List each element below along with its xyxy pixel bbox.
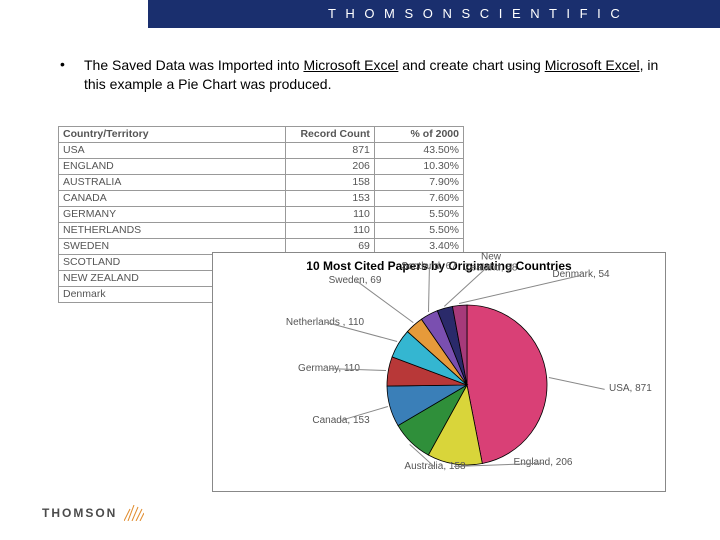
- leader-line: [459, 275, 581, 304]
- pie-label: Canada, 153: [312, 416, 369, 427]
- bullet-segment: Microsoft Excel: [545, 57, 640, 73]
- table-cell: AUSTRALIA: [59, 175, 286, 191]
- bullet-segment: Microsoft Excel: [303, 57, 398, 73]
- table-cell: ENGLAND: [59, 159, 286, 175]
- table-cell: GERMANY: [59, 207, 286, 223]
- pie-chart: [383, 301, 551, 469]
- table-row: NETHERLANDS1105.50%: [59, 223, 464, 239]
- bullet-item: • The Saved Data was Imported into Micro…: [60, 56, 660, 94]
- pie-label: Netherlands , 110: [286, 318, 364, 329]
- table-cell: 43.50%: [374, 143, 463, 159]
- chart-panel: 10 Most Cited Papers by Originating Coun…: [212, 252, 666, 492]
- table-cell: CANADA: [59, 191, 286, 207]
- table-cell: 5.50%: [374, 223, 463, 239]
- table-row: ENGLAND20610.30%: [59, 159, 464, 175]
- bullet-marker: •: [60, 56, 84, 94]
- footer-logo: THOMSON: [42, 504, 144, 522]
- logo-text: THOMSON: [42, 506, 117, 520]
- table-header: % of 2000: [374, 127, 463, 143]
- table-row: GERMANY1105.50%: [59, 207, 464, 223]
- table-row: USA87143.50%: [59, 143, 464, 159]
- table-row: CANADA1537.60%: [59, 191, 464, 207]
- header-brand: T H O M S O N S C I E N T I F I C: [328, 6, 623, 21]
- table-cell: USA: [59, 143, 286, 159]
- bullet-text: The Saved Data was Imported into Microso…: [84, 56, 660, 94]
- table-cell: 110: [285, 223, 374, 239]
- pie-slice: [467, 305, 547, 464]
- table-cell: 7.90%: [374, 175, 463, 191]
- pie-label: USA, 871: [609, 384, 652, 395]
- leader-line: [549, 377, 605, 390]
- table-cell: 110: [285, 207, 374, 223]
- table-cell: NETHERLANDS: [59, 223, 286, 239]
- header-bar: T H O M S O N S C I E N T I F I C: [148, 0, 720, 28]
- table-cell: 206: [285, 159, 374, 175]
- table-cell: 871: [285, 143, 374, 159]
- sunburst-icon: [124, 505, 144, 521]
- bullet-segment: and create chart using: [398, 57, 544, 73]
- table-row: AUSTRALIA1587.90%: [59, 175, 464, 191]
- table-header: Country/Territory: [59, 127, 286, 143]
- table-header: Record Count: [285, 127, 374, 143]
- bullet-segment: The Saved Data was Imported into: [84, 57, 303, 73]
- table-cell: 10.30%: [374, 159, 463, 175]
- table-cell: 153: [285, 191, 374, 207]
- table-cell: 5.50%: [374, 207, 463, 223]
- table-cell: 158: [285, 175, 374, 191]
- table-cell: 7.60%: [374, 191, 463, 207]
